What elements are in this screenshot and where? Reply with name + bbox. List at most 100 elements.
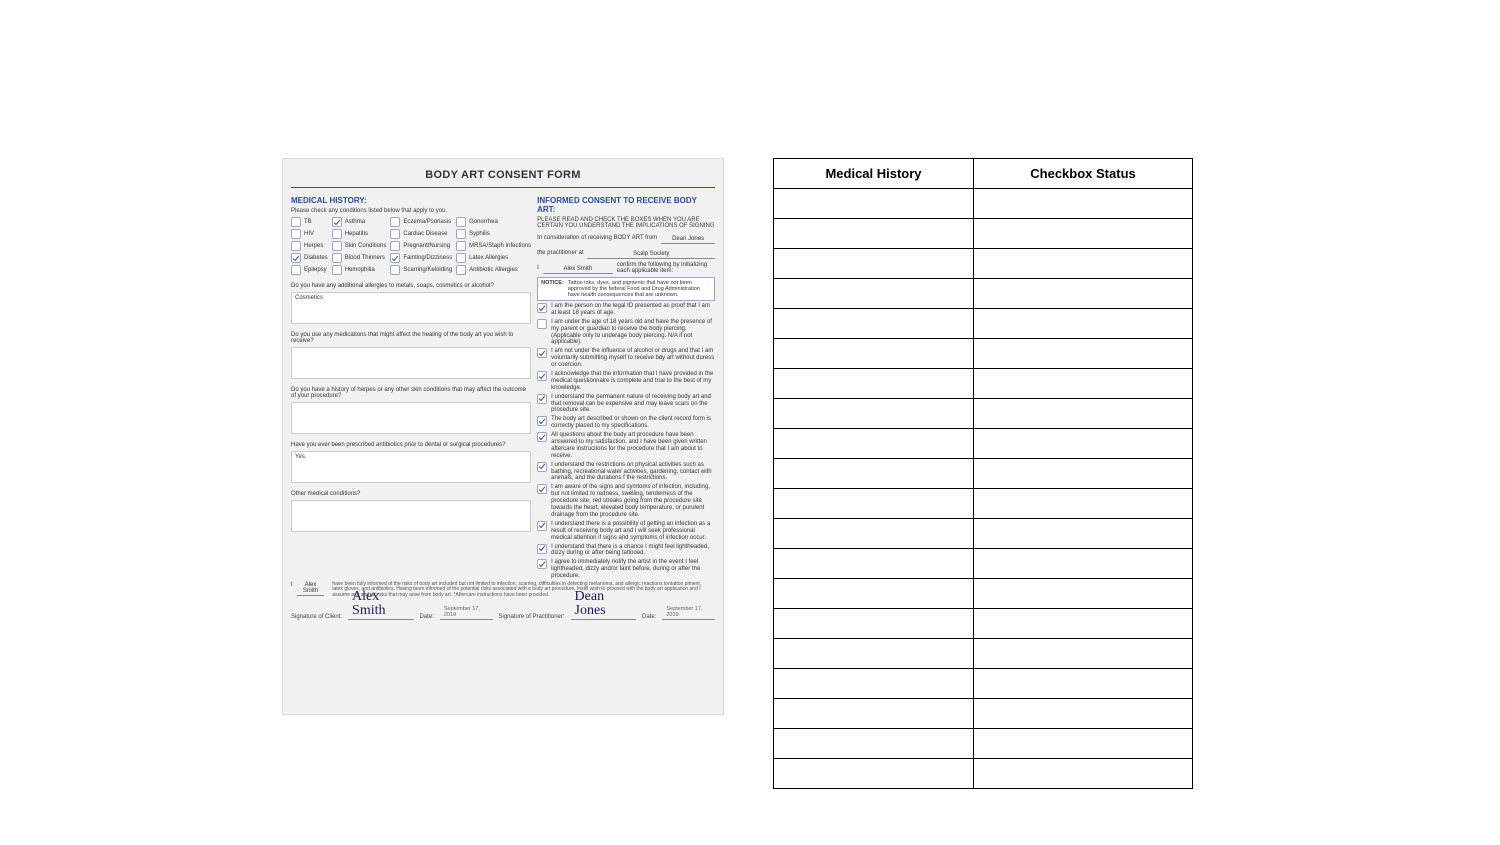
answer-cell-status[interactable] <box>974 759 1193 789</box>
answer-cell-status[interactable] <box>974 459 1193 489</box>
consent-checkbox[interactable] <box>537 371 547 381</box>
answer-antibiotics[interactable]: Yes. <box>291 451 531 483</box>
answer-cell-condition[interactable] <box>774 339 974 369</box>
client-signature[interactable]: Alex Smith <box>352 590 409 618</box>
condition-checkbox[interactable] <box>332 229 342 239</box>
answer-cell-status[interactable] <box>974 609 1193 639</box>
answer-cell-condition[interactable] <box>774 699 974 729</box>
condition-label: Scarring/Keloiding <box>403 267 452 273</box>
answer-cell-status[interactable] <box>974 729 1193 759</box>
consent-checkbox[interactable] <box>537 559 547 569</box>
condition-checkbox[interactable] <box>332 217 342 227</box>
answer-cell-condition[interactable] <box>774 279 974 309</box>
consent-checkbox[interactable] <box>537 416 547 426</box>
consent-checkbox[interactable] <box>537 462 547 472</box>
consent-checkbox[interactable] <box>537 521 547 531</box>
answer-herpes-skin[interactable] <box>291 402 531 434</box>
consent-checkbox[interactable] <box>537 348 547 358</box>
condition-checkbox[interactable] <box>390 217 400 227</box>
condition-checkbox[interactable] <box>390 241 400 251</box>
answer-cell-status[interactable] <box>974 399 1193 429</box>
consent-checkbox[interactable] <box>537 319 547 329</box>
condition-checkbox[interactable] <box>291 265 301 275</box>
answer-cell-condition[interactable] <box>774 399 974 429</box>
answer-cell-condition[interactable] <box>774 729 974 759</box>
answer-cell-condition[interactable] <box>774 249 974 279</box>
answer-cell-condition[interactable] <box>774 459 974 489</box>
condition-checkbox[interactable] <box>390 229 400 239</box>
answer-cell-condition[interactable] <box>774 309 974 339</box>
answer-cell-status[interactable] <box>974 189 1193 219</box>
client-name-field[interactable]: Alex Smith <box>543 262 613 274</box>
answer-cell-status[interactable] <box>974 699 1193 729</box>
answer-cell-condition[interactable] <box>774 429 974 459</box>
answer-cell-status[interactable] <box>974 639 1193 669</box>
medical-history-column: MEDICAL HISTORY: Please check any condit… <box>291 192 531 580</box>
condition-label: Herpes <box>304 243 323 249</box>
condition-checkbox[interactable] <box>456 265 466 275</box>
studio-name-field[interactable]: Scalp Society <box>587 247 715 259</box>
answer-cell-status[interactable] <box>974 219 1193 249</box>
answer-cell-status[interactable] <box>974 489 1193 519</box>
informed-consent-column: INFORMED CONSENT TO RECEIVE BODY ART: PL… <box>537 192 715 580</box>
answer-other[interactable] <box>291 500 531 532</box>
condition-checkbox[interactable] <box>291 253 301 263</box>
answer-cell-status[interactable] <box>974 549 1193 579</box>
consent-checkbox[interactable] <box>537 544 547 554</box>
answer-cell-status[interactable] <box>974 279 1193 309</box>
answer-cell-condition[interactable] <box>774 549 974 579</box>
condition-checkbox[interactable] <box>332 253 342 263</box>
answer-table-row <box>774 699 1193 729</box>
condition-checkbox[interactable] <box>332 241 342 251</box>
practitioner-date-label: Date: <box>642 614 656 620</box>
condition-checkbox[interactable] <box>291 241 301 251</box>
answer-cell-condition[interactable] <box>774 519 974 549</box>
answer-cell-status[interactable] <box>974 579 1193 609</box>
medical-history-instruction: Please check any conditions listed below… <box>291 208 531 214</box>
answer-cell-status[interactable] <box>974 369 1193 399</box>
answer-cell-status[interactable] <box>974 519 1193 549</box>
condition-checkbox[interactable] <box>291 229 301 239</box>
condition-checkbox[interactable] <box>390 253 400 263</box>
answer-cell-condition[interactable] <box>774 489 974 519</box>
answer-cell-condition[interactable] <box>774 579 974 609</box>
consent-checkbox[interactable] <box>537 432 547 442</box>
answer-cell-status[interactable] <box>974 249 1193 279</box>
answer-medications[interactable] <box>291 347 531 379</box>
answer-cell-status[interactable] <box>974 429 1193 459</box>
answer-cell-condition[interactable] <box>774 609 974 639</box>
answer-table-row <box>774 459 1193 489</box>
answer-table-row <box>774 639 1193 669</box>
condition-checkbox[interactable] <box>332 265 342 275</box>
answer-allergies[interactable]: Cosmetics <box>291 292 531 324</box>
condition-checkbox[interactable] <box>456 229 466 239</box>
client-date[interactable]: September 17, 2019 <box>440 602 493 620</box>
condition-label: Syphilis <box>469 231 490 237</box>
practitioner-signature[interactable]: Dean Jones <box>575 590 632 618</box>
practitioner-name-field[interactable]: Dean Jones <box>661 232 715 244</box>
consent-checkbox[interactable] <box>537 484 547 494</box>
answer-cell-condition[interactable] <box>774 669 974 699</box>
condition-item: Scarring/Keloiding <box>390 265 452 275</box>
practitioner-date[interactable]: September 17, 2019 <box>662 602 715 620</box>
declaration-name[interactable]: Alex Smith <box>297 582 325 596</box>
answer-cell-condition[interactable] <box>774 639 974 669</box>
condition-checkbox[interactable] <box>390 265 400 275</box>
answer-cell-condition[interactable] <box>774 219 974 249</box>
answer-cell-condition[interactable] <box>774 369 974 399</box>
consent-item: I understand the permanent nature of rec… <box>537 394 715 415</box>
condition-checkbox[interactable] <box>291 217 301 227</box>
condition-checkbox[interactable] <box>456 253 466 263</box>
consent-checkbox[interactable] <box>537 303 547 313</box>
consent-item: I acknowledge that the information that … <box>537 371 715 392</box>
condition-checkbox[interactable] <box>456 217 466 227</box>
answer-cell-condition[interactable] <box>774 759 974 789</box>
condition-checkbox[interactable] <box>456 241 466 251</box>
answer-cell-condition[interactable] <box>774 189 974 219</box>
answer-cell-status[interactable] <box>974 309 1193 339</box>
consent-checkbox[interactable] <box>537 394 547 404</box>
notice-label: NOTICE: <box>541 280 564 298</box>
condition-item: Diabetes <box>291 253 328 263</box>
answer-cell-status[interactable] <box>974 339 1193 369</box>
answer-cell-status[interactable] <box>974 669 1193 699</box>
